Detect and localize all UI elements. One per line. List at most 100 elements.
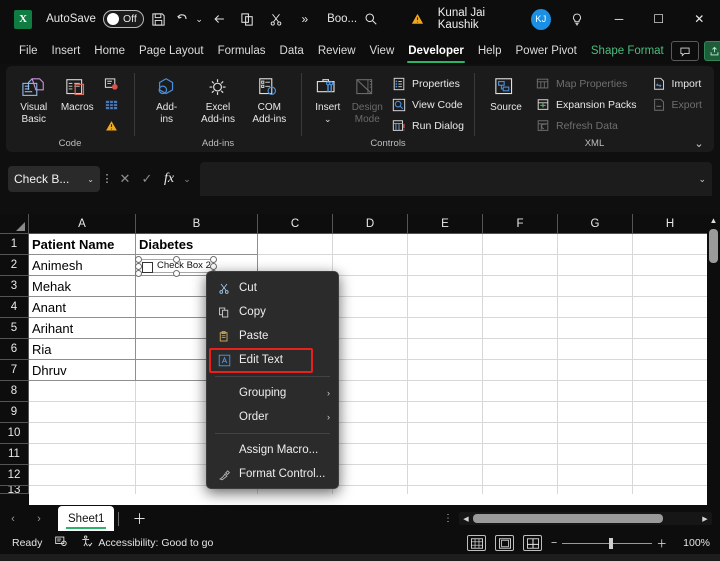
use-relative-references-button[interactable] <box>99 95 128 115</box>
com-add-ins-button[interactable]: COM Add-ins <box>244 72 295 127</box>
cell-a8[interactable] <box>29 381 136 402</box>
comment-icon[interactable] <box>670 41 699 61</box>
expand-formula-bar-icon[interactable]: ⌄ <box>698 174 706 185</box>
add-sheet-button[interactable]: ＋ <box>119 509 159 529</box>
row-header-7[interactable]: 7 <box>0 360 29 381</box>
cell-d13[interactable] <box>333 486 408 494</box>
context-menu-item-assign-macro[interactable]: Assign Macro... <box>207 438 338 462</box>
cell-g8[interactable] <box>558 381 633 402</box>
minimize-button[interactable]: ─ <box>599 0 639 38</box>
row-header-9[interactable]: 9 <box>0 402 29 423</box>
cell-a12[interactable] <box>29 465 136 486</box>
context-menu-item-edit-text[interactable]: Edit Text <box>207 348 338 372</box>
insert-control-caret-icon[interactable]: ⌄ <box>324 114 332 126</box>
tab-developer[interactable]: Developer <box>401 38 471 64</box>
cell-e7[interactable] <box>408 360 483 381</box>
record-macro-button[interactable] <box>99 74 128 94</box>
row-header-6[interactable]: 6 <box>0 339 29 360</box>
copy-icon[interactable] <box>233 4 262 34</box>
cell-a13[interactable] <box>29 486 136 494</box>
macro-security-button[interactable] <box>99 116 128 136</box>
cell-a4[interactable]: Anant <box>29 297 136 318</box>
cell-f7[interactable] <box>483 360 558 381</box>
cell-g12[interactable] <box>558 465 633 486</box>
resize-handle-s[interactable] <box>173 270 180 277</box>
zoom-level-label[interactable]: 100% <box>676 537 710 549</box>
horizontal-scrollbar-thumb[interactable] <box>473 514 663 523</box>
formula-bar-handle[interactable]: ⋮ <box>100 174 114 185</box>
expansion-packs-button[interactable]: Expansion Packs <box>531 95 641 115</box>
confirm-entry-button[interactable]: ✓ <box>136 166 158 192</box>
cell-e5[interactable] <box>408 318 483 339</box>
row-header-11[interactable]: 11 <box>0 444 29 465</box>
select-all-button[interactable] <box>0 214 29 234</box>
properties-button[interactable]: Properties <box>387 74 468 94</box>
tab-power-pivot[interactable]: Power Pivot <box>509 38 584 64</box>
cell-h1[interactable] <box>633 234 708 255</box>
record-macro-status-button[interactable] <box>54 535 68 551</box>
zoom-slider[interactable]: − ＋ <box>551 536 667 551</box>
cell-d10[interactable] <box>333 423 408 444</box>
back-arrow-icon[interactable] <box>205 4 234 34</box>
column-header-e[interactable]: E <box>408 214 483 234</box>
cell-f12[interactable] <box>483 465 558 486</box>
cell-f1[interactable] <box>483 234 558 255</box>
xml-source-button[interactable]: Source <box>481 72 531 116</box>
refresh-data-button[interactable]: Refresh Data <box>531 116 641 136</box>
zoom-slider-thumb[interactable] <box>608 537 613 549</box>
tab-file[interactable]: File <box>12 38 45 64</box>
cell-h4[interactable] <box>633 297 708 318</box>
cell-d7[interactable] <box>333 360 408 381</box>
cell-f10[interactable] <box>483 423 558 444</box>
page-break-view-icon[interactable] <box>523 535 542 551</box>
scroll-up-icon[interactable]: ▲ <box>707 214 720 227</box>
row-header-5[interactable]: 5 <box>0 318 29 339</box>
horizontal-scrollbar[interactable]: ◀ ▶ <box>459 512 712 525</box>
cell-a10[interactable] <box>29 423 136 444</box>
save-icon[interactable] <box>144 4 173 34</box>
cancel-entry-button[interactable]: ✕ <box>114 166 136 192</box>
column-header-f[interactable]: F <box>483 214 558 234</box>
warning-triangle-icon[interactable] <box>403 4 431 34</box>
cell-d1[interactable] <box>333 234 408 255</box>
next-sheet-button[interactable]: › <box>26 513 52 525</box>
cell-e4[interactable] <box>408 297 483 318</box>
cell-e10[interactable] <box>408 423 483 444</box>
cell-h6[interactable] <box>633 339 708 360</box>
insert-control-button[interactable]: Insert ⌄ <box>308 72 348 127</box>
cell-a9[interactable] <box>29 402 136 423</box>
document-title[interactable]: Boo... <box>327 13 357 25</box>
cell-g10[interactable] <box>558 423 633 444</box>
cell-d6[interactable] <box>333 339 408 360</box>
cell-a7[interactable]: Dhruv <box>29 360 136 381</box>
cell-a11[interactable] <box>29 444 136 465</box>
excel-add-ins-button[interactable]: Excel Add-ins <box>192 72 243 127</box>
cell-e13[interactable] <box>408 486 483 494</box>
view-code-button[interactable]: View Code <box>387 95 468 115</box>
cell-h7[interactable] <box>633 360 708 381</box>
insert-function-button[interactable]: fx <box>158 166 180 192</box>
cell-a3[interactable]: Mehak <box>29 276 136 297</box>
cell-f5[interactable] <box>483 318 558 339</box>
name-box[interactable]: Check B... ⌄ <box>8 166 100 192</box>
more-commands-icon[interactable]: » <box>291 4 320 34</box>
resize-handle-ne[interactable] <box>210 256 217 263</box>
function-caret-icon[interactable]: ⌄ <box>180 166 194 192</box>
cell-e9[interactable] <box>408 402 483 423</box>
cell-e1[interactable] <box>408 234 483 255</box>
zoom-slider-track[interactable] <box>562 537 652 549</box>
row-header-12[interactable]: 12 <box>0 465 29 486</box>
cell-g11[interactable] <box>558 444 633 465</box>
export-button[interactable]: Export <box>647 95 706 115</box>
cell-g6[interactable] <box>558 339 633 360</box>
previous-sheet-button[interactable]: ‹ <box>0 513 26 525</box>
resize-handle-w[interactable] <box>135 263 142 270</box>
cell-g1[interactable] <box>558 234 633 255</box>
accessibility-status[interactable]: Accessibility: Good to go <box>80 535 213 551</box>
cell-d8[interactable] <box>333 381 408 402</box>
normal-view-icon[interactable] <box>467 535 486 551</box>
scroll-left-icon[interactable]: ◀ <box>459 515 473 523</box>
context-menu-item-copy[interactable]: Copy <box>207 300 338 324</box>
tab-insert[interactable]: Insert <box>45 38 88 64</box>
autosave-toggle[interactable]: Off <box>102 10 144 28</box>
